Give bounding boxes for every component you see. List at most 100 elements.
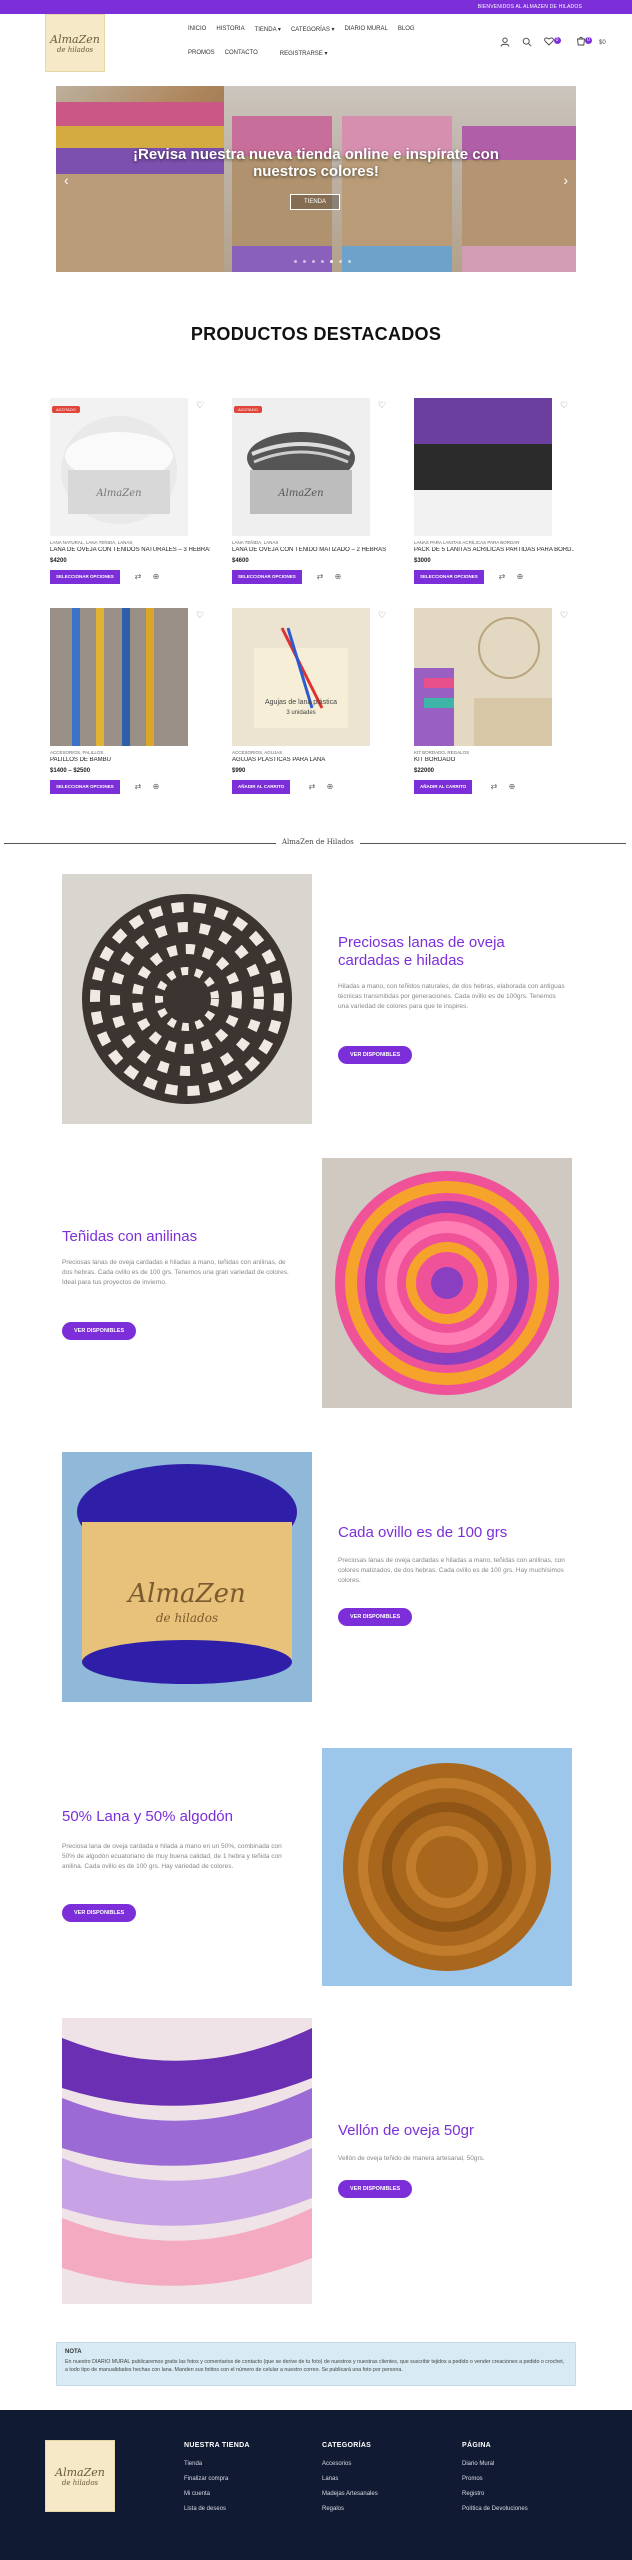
- slider-dot-active[interactable]: [330, 260, 333, 263]
- footer-link[interactable]: Diario Mural: [462, 2461, 528, 2467]
- footer-link[interactable]: Política de Devoluciones: [462, 2506, 528, 2512]
- compare-icon[interactable]: ⇄: [132, 781, 144, 793]
- hero-slider[interactable]: ¡Revisa nuestra nueva tienda online e in…: [56, 86, 576, 272]
- site-logo[interactable]: AlmaZen de hilados: [45, 14, 105, 72]
- nav-inicio[interactable]: INICIO: [188, 26, 206, 33]
- product-image[interactable]: [414, 608, 552, 746]
- chevron-left-icon[interactable]: ‹: [64, 172, 69, 188]
- footer-link[interactable]: Finalizar compra: [184, 2476, 250, 2482]
- nav-blog[interactable]: BLOG: [398, 26, 415, 33]
- wishlist-icon[interactable]: 0: [544, 36, 564, 49]
- user-icon[interactable]: [500, 37, 510, 49]
- select-options-button[interactable]: SELECCIONAR OPCIONES: [414, 570, 484, 584]
- main-nav-row2: PROMOS CONTACTO REGISTRARSE ▾: [188, 50, 327, 57]
- product-name[interactable]: PACK DE 5 LANITAS ACRÍLICAS PARTIDAS PAR…: [414, 547, 574, 553]
- logo-line1: AlmaZen: [55, 2465, 105, 2479]
- product-name[interactable]: LANA DE OVEJA CON TEÑIDO MATIZADO – 2 HE…: [232, 547, 392, 553]
- footer-link[interactable]: Registro: [462, 2491, 528, 2497]
- slider-dot[interactable]: [294, 260, 297, 263]
- nav-tienda[interactable]: TIENDA ▾: [255, 26, 281, 33]
- footer-link[interactable]: Mi cuenta: [184, 2491, 250, 2497]
- compare-icon[interactable]: ⇄: [496, 571, 508, 583]
- heart-icon[interactable]: ♡: [196, 610, 204, 621]
- ver-disponibles-button[interactable]: VER DISPONIBLES: [338, 1046, 413, 1064]
- zoom-icon[interactable]: ⊕: [324, 781, 336, 793]
- footer-link[interactable]: Accesorios: [322, 2461, 378, 2467]
- svg-text:AlmaZen: AlmaZen: [126, 1579, 245, 1609]
- product-image[interactable]: [50, 608, 188, 746]
- svg-text:Agujas de lana plástica: Agujas de lana plástica: [265, 699, 337, 706]
- footer-link[interactable]: Lanas: [322, 2476, 378, 2482]
- feature-title: Teñidas con anilinas: [62, 1228, 198, 1245]
- cart-total[interactable]: $0: [599, 40, 606, 46]
- svg-text:AlmaZen: AlmaZen: [95, 488, 141, 499]
- select-options-button[interactable]: SELECCIONAR OPCIONES: [50, 780, 120, 794]
- footer-link[interactable]: Tienda: [184, 2461, 250, 2467]
- footer-link[interactable]: Promos: [462, 2476, 528, 2482]
- zoom-icon[interactable]: ⊕: [332, 571, 344, 583]
- compare-icon[interactable]: ⇄: [306, 781, 318, 793]
- heart-icon[interactable]: ♡: [196, 400, 204, 411]
- main-nav-row1: INICIO HISTORIA TIENDA ▾ CATEGORÍAS ▾ DI…: [188, 26, 415, 33]
- feature-text: Preciosas lanas de oveja cardadas e hila…: [338, 1557, 565, 1584]
- search-icon[interactable]: [522, 37, 532, 49]
- product-price: $22000: [414, 768, 435, 774]
- product-category[interactable]: ACCESORIOS, PALILLOS: [50, 750, 103, 755]
- ver-disponibles-button[interactable]: VER DISPONIBLES: [338, 2180, 413, 2198]
- product-category[interactable]: LANA TEÑIDA, LANAS: [232, 540, 278, 545]
- heart-icon[interactable]: ♡: [560, 400, 568, 411]
- product-category[interactable]: ACCESORIOS, AGUJAS: [232, 750, 282, 755]
- footer-col-categorias: CATEGORÍAS Accesorios Lanas Madejas Arte…: [322, 2442, 378, 2521]
- heart-icon[interactable]: ♡: [378, 610, 386, 621]
- zoom-icon[interactable]: ⊕: [150, 571, 162, 583]
- product-category[interactable]: LANAS PARA LANITAS ACRÍLICAS PARA BORDAR: [414, 540, 520, 545]
- nav-contacto[interactable]: CONTACTO: [225, 50, 258, 57]
- zoom-icon[interactable]: ⊕: [506, 781, 518, 793]
- hero-tienda-button[interactable]: TIENDA: [290, 194, 340, 210]
- add-to-cart-button[interactable]: AÑADIR AL CARRITO: [414, 780, 473, 794]
- ver-disponibles-button[interactable]: VER DISPONIBLES: [62, 1904, 137, 1922]
- product-category[interactable]: LANA NATURAL, LANA TEÑIDA, LANAS: [50, 540, 132, 545]
- compare-icon[interactable]: ⇄: [314, 571, 326, 583]
- product-price: $4200: [50, 558, 67, 564]
- nav-historia[interactable]: HISTORIA: [216, 26, 244, 33]
- select-options-button[interactable]: SELECCIONAR OPCIONES: [232, 570, 302, 584]
- product-name[interactable]: LANA DE OVEJA CON TEÑIDOS NATURALES – 3 …: [50, 547, 210, 553]
- nav-categorias[interactable]: CATEGORÍAS ▾: [291, 26, 335, 33]
- product-image[interactable]: [414, 398, 552, 536]
- select-options-button[interactable]: SELECCIONAR OPCIONES: [50, 570, 120, 584]
- nav-registrarse[interactable]: REGISTRARSE ▾: [280, 50, 328, 57]
- product-price: $4600: [232, 558, 249, 564]
- compare-icon[interactable]: ⇄: [132, 571, 144, 583]
- add-to-cart-button[interactable]: AÑADIR AL CARRITO: [232, 780, 291, 794]
- heart-icon[interactable]: ♡: [378, 400, 386, 411]
- nav-promos[interactable]: PROMOS: [188, 50, 215, 57]
- slider-dot[interactable]: [348, 260, 351, 263]
- slider-dot[interactable]: [303, 260, 306, 263]
- slider-dot[interactable]: [339, 260, 342, 263]
- footer-link[interactable]: Regalos: [322, 2506, 378, 2512]
- ver-disponibles-button[interactable]: VER DISPONIBLES: [338, 1608, 413, 1626]
- product-category[interactable]: KIT BORDADO, REGALOS: [414, 750, 469, 755]
- zoom-icon[interactable]: ⊕: [514, 571, 526, 583]
- footer-link[interactable]: Madejas Artesanales: [322, 2491, 378, 2497]
- footer-link[interactable]: Lista de deseos: [184, 2506, 250, 2512]
- heart-icon[interactable]: ♡: [560, 610, 568, 621]
- product-image[interactable]: AlmaZen: [232, 398, 370, 536]
- feature-title: Cada ovillo es de 100 grs: [338, 1524, 508, 1541]
- zoom-icon[interactable]: ⊕: [150, 781, 162, 793]
- cart-icon[interactable]: 0: [576, 36, 596, 49]
- ver-disponibles-button[interactable]: VER DISPONIBLES: [62, 1322, 137, 1340]
- slider-dots: [294, 260, 351, 263]
- product-name[interactable]: AGUJAS PLÁSTICAS PARA LANA: [232, 757, 392, 763]
- product-image[interactable]: AlmaZen: [50, 398, 188, 536]
- product-name[interactable]: PALILLOS DE BAMBÚ: [50, 757, 210, 763]
- footer-logo[interactable]: AlmaZen de hilados: [45, 2440, 115, 2512]
- product-image[interactable]: Agujas de lana plástica 3 unidades: [232, 608, 370, 746]
- slider-dot[interactable]: [312, 260, 315, 263]
- compare-icon[interactable]: ⇄: [488, 781, 500, 793]
- nav-diario-mural[interactable]: DIARIO MURAL: [345, 26, 388, 33]
- product-name[interactable]: KIT BORDADO: [414, 757, 574, 763]
- slider-dot[interactable]: [321, 260, 324, 263]
- chevron-right-icon[interactable]: ›: [563, 172, 568, 188]
